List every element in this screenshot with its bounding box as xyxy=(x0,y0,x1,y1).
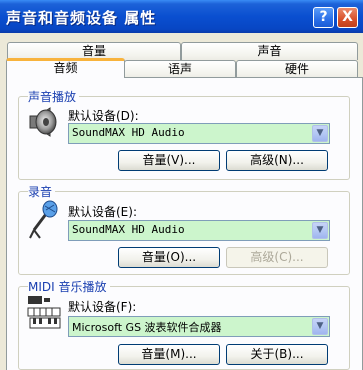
recording-device-value: SoundMAX HD Audio xyxy=(72,223,185,236)
midi-about-button[interactable]: 关于(B)... xyxy=(226,344,328,365)
playback-volume-button[interactable]: 音量(V)... xyxy=(118,150,220,171)
window-title: 声音和音频设备 属性 xyxy=(6,9,157,27)
chevron-down-icon[interactable]: ▼ xyxy=(312,222,328,239)
title-bar[interactable]: 声音和音频设备 属性 ? X xyxy=(0,0,363,33)
speaker-icon xyxy=(29,107,57,137)
midi-keyboard-icon xyxy=(27,296,61,329)
midi-group-label: MIDI 音乐播放 xyxy=(28,278,110,295)
playback-device-select[interactable]: SoundMAX HD Audio ▼ xyxy=(68,123,330,144)
midi-default-device-label: 默认设备(F): xyxy=(68,300,137,314)
sound-properties-window: 声音和音频设备 属性 ? X 音量 声音 音频 语声 硬件 声音播放 默认设备(… xyxy=(0,0,363,370)
recording-default-device-label: 默认设备(E): xyxy=(68,205,137,219)
playback-device-value: SoundMAX HD Audio xyxy=(72,126,185,139)
close-button[interactable]: X xyxy=(337,7,358,28)
midi-device-value: Microsoft GS 波表软件合成器 xyxy=(72,321,222,334)
recording-device-select[interactable]: SoundMAX HD Audio ▼ xyxy=(68,220,330,241)
tab-voice[interactable]: 语声 xyxy=(124,60,236,78)
tab-sounds[interactable]: 声音 xyxy=(181,42,358,60)
chevron-down-icon[interactable]: ▼ xyxy=(312,318,328,335)
midi-device-select[interactable]: Microsoft GS 波表软件合成器 ▼ xyxy=(68,316,330,337)
playback-group-label: 声音播放 xyxy=(28,88,80,105)
tab-hardware[interactable]: 硬件 xyxy=(236,60,358,78)
recording-volume-button[interactable]: 音量(O)... xyxy=(118,247,220,268)
help-button[interactable]: ? xyxy=(313,7,334,28)
midi-volume-button[interactable]: 音量(M)... xyxy=(118,344,220,365)
recording-group-label: 录音 xyxy=(28,183,56,200)
playback-default-device-label: 默认设备(D): xyxy=(68,109,139,123)
microphone-icon xyxy=(29,200,58,239)
playback-advanced-button[interactable]: 高级(N)... xyxy=(226,150,328,171)
recording-advanced-button: 高级(C)... xyxy=(226,247,328,268)
tab-audio[interactable]: 音频 xyxy=(6,58,125,78)
chevron-down-icon[interactable]: ▼ xyxy=(312,125,328,142)
